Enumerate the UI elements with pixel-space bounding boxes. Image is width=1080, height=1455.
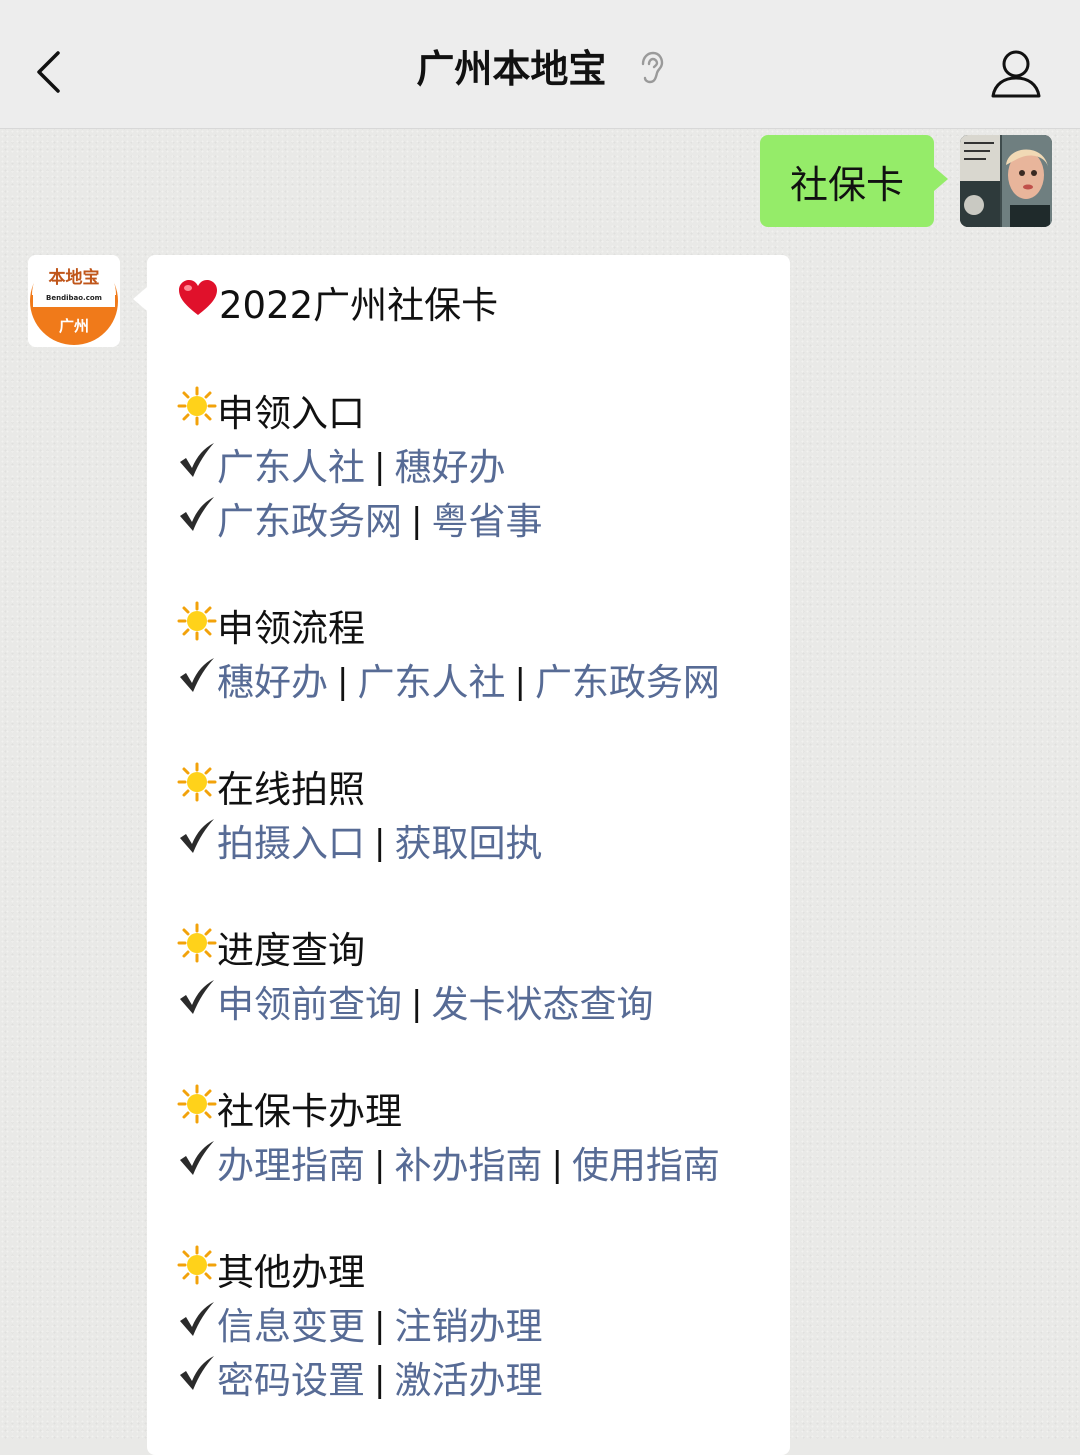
section-heading: 其他办理 [177,1245,760,1299]
checkmark-icon [177,655,217,709]
incoming-message-bubble[interactable]: 2022广州社保卡 申领入口 广东人社 | 穗好办 广东政务网 | 粤省事 申领流程 穗好办 | 广… [133,255,790,1455]
section-heading-text: 申领流程 [217,606,365,650]
link-separator: | [374,822,386,863]
sun-icon [177,386,217,440]
link-item[interactable]: 穗好办 [394,441,505,494]
checkmark-icon [177,440,217,494]
link-item[interactable]: 发卡状态查询 [431,978,653,1031]
sun-icon [177,1245,217,1299]
link-row: 密码设置 | 激活办理 [177,1353,760,1407]
outgoing-message-text: 社保卡 [789,162,904,207]
profile-button[interactable] [988,46,1044,102]
checkmark-icon [177,1353,217,1407]
link-item[interactable]: 办理指南 [217,1139,365,1192]
link-separator: | [374,1359,386,1400]
logo-top-text: 本地宝 [48,268,100,288]
sun-icon [177,1084,217,1138]
link-row: 办理指南 | 补办指南 | 使用指南 [177,1138,760,1192]
link-separator: | [411,983,423,1024]
checkmark-icon [177,977,217,1031]
sun-icon [177,923,217,977]
section-heading-text: 申领入口 [217,391,365,435]
link-row: 广东政务网 | 粤省事 [177,494,760,548]
link-row: 信息变更 | 注销办理 [177,1299,760,1353]
person-icon [991,50,1041,98]
link-item[interactable]: 注销办理 [394,1300,542,1353]
sun-icon [177,601,217,655]
top-bar: 广州本地宝 [0,0,1080,129]
link-item[interactable]: 信息变更 [217,1300,365,1353]
link-item[interactable]: 穗好办 [217,656,328,709]
section-heading: 申领入口 [177,386,760,440]
chat-title-area: 广州本地宝 [0,38,1080,94]
sender-avatar[interactable]: 本地宝 Bendibao.com 广州 [28,255,120,347]
link-separator: | [374,446,386,487]
logo-site-text: Bendibao.com [46,294,102,302]
chat-title: 广州本地宝 [416,47,607,91]
link-item[interactable]: 补办指南 [394,1139,542,1192]
link-item[interactable]: 密码设置 [217,1354,365,1407]
checkmark-icon [177,494,217,548]
link-row: 广东人社 | 穗好办 [177,440,760,494]
message-title: 2022广州社保卡 [219,283,499,327]
section-heading-text: 在线拍照 [217,767,365,811]
sun-icon [177,762,217,816]
user-avatar[interactable] [960,135,1052,227]
section-heading-text: 进度查询 [217,928,365,972]
chat-area[interactable]: 社保卡 本地宝 Bendibao.com 广州 2022广州社保卡 申领入口 广… [0,129,1080,1455]
link-item[interactable]: 激活办理 [394,1354,542,1407]
link-row: 穗好办 | 广东人社 | 广东政务网 [177,655,760,709]
link-separator: | [411,500,423,541]
section-heading: 进度查询 [177,923,760,977]
link-item[interactable]: 广东政务网 [217,495,402,548]
checkmark-icon [177,1138,217,1192]
link-item[interactable]: 拍摄入口 [217,817,365,870]
link-row: 申领前查询 | 发卡状态查询 [177,977,760,1031]
link-item[interactable]: 广东人社 [217,441,365,494]
link-row: 拍摄入口 | 获取回执 [177,816,760,870]
link-separator: | [374,1305,386,1346]
message-title-line: 2022广州社保卡 [177,277,760,333]
link-separator: | [514,661,526,702]
section-heading-text: 社保卡办理 [217,1089,402,1133]
link-item[interactable]: 粤省事 [431,495,542,548]
section-heading-text: 其他办理 [217,1250,365,1294]
link-item[interactable]: 广东人社 [357,656,505,709]
link-separator: | [337,661,349,702]
link-item[interactable]: 申领前查询 [217,978,402,1031]
section-heading: 申领流程 [177,601,760,655]
user-avatar-image [960,135,1052,227]
link-item[interactable]: 获取回执 [394,817,542,870]
section-heading: 社保卡办理 [177,1084,760,1138]
link-separator: | [551,1144,563,1185]
link-item[interactable]: 使用指南 [572,1139,720,1192]
checkmark-icon [177,1299,217,1353]
section-heading: 在线拍照 [177,762,760,816]
heart-icon [177,277,219,333]
ear-icon [638,50,664,94]
outgoing-message-bubble[interactable]: 社保卡 [759,135,949,227]
link-separator: | [374,1144,386,1185]
checkmark-icon [177,816,217,870]
logo-city-text: 广州 [58,317,89,335]
link-item[interactable]: 广东政务网 [535,656,720,709]
